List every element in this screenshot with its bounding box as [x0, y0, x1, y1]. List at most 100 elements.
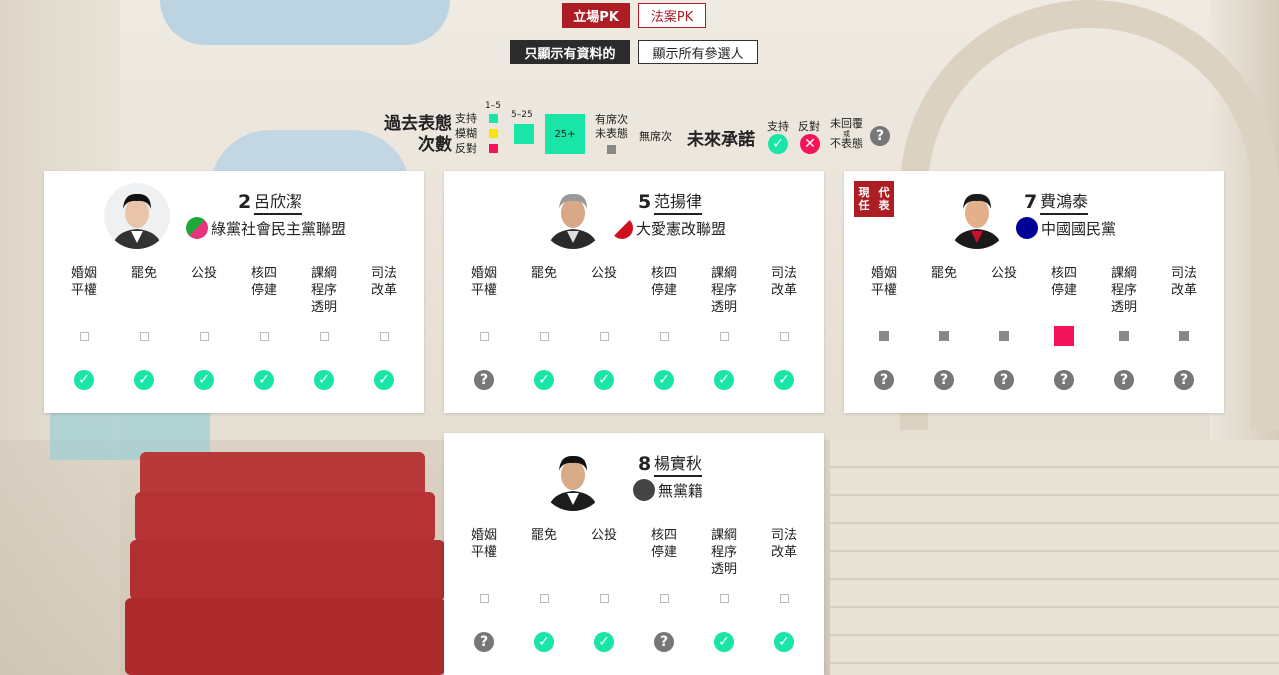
- past-stance-cell[interactable]: [539, 324, 549, 348]
- candidate-name[interactable]: 范揚律: [654, 192, 703, 215]
- past-stance-cell[interactable]: [539, 586, 549, 610]
- absent-marker: [1119, 331, 1129, 341]
- check-icon[interactable]: ✓: [74, 370, 94, 390]
- check-icon[interactable]: ✓: [314, 370, 334, 390]
- question-icon[interactable]: ?: [1174, 370, 1194, 390]
- bill-pk-tab[interactable]: 法案PK: [638, 3, 706, 28]
- badge-line2: 代表: [878, 186, 890, 212]
- issue-column: 核四 停建 ✓: [234, 265, 294, 390]
- check-icon[interactable]: ✓: [594, 632, 614, 652]
- past-stance-cell[interactable]: [719, 586, 729, 610]
- past-stance-cell[interactable]: [139, 324, 149, 348]
- candidate-name[interactable]: 費鴻泰: [1040, 192, 1089, 215]
- issue-label-line: 司法: [770, 528, 797, 543]
- past-stance-cell[interactable]: [599, 324, 609, 348]
- past-stance-cell[interactable]: [319, 324, 329, 348]
- candidate-name[interactable]: 呂欣潔: [254, 192, 303, 215]
- check-icon[interactable]: ✓: [134, 370, 154, 390]
- issue-label-line: 罷免: [130, 266, 157, 281]
- check-icon[interactable]: ✓: [654, 370, 674, 390]
- question-icon[interactable]: ?: [994, 370, 1014, 390]
- no-data-marker: [719, 593, 729, 603]
- question-icon[interactable]: ?: [934, 370, 954, 390]
- check-icon[interactable]: ✓: [714, 632, 734, 652]
- issue-column: 公投 ✓: [174, 265, 234, 390]
- issue-label: 罷免: [931, 265, 957, 319]
- issue-column: 婚姻 平權?: [854, 265, 914, 390]
- issue-column: 課綱 程序 透明 ✓: [694, 265, 754, 390]
- issue-label: 公投: [191, 265, 217, 319]
- issue-label: 婚姻 平權: [871, 265, 897, 319]
- past-stance-cell[interactable]: [779, 586, 789, 610]
- candidate-name[interactable]: 楊實秋: [654, 454, 703, 477]
- past-stance-cell[interactable]: [1054, 324, 1074, 348]
- check-icon[interactable]: ✓: [374, 370, 394, 390]
- issue-label: 課綱 程序 透明: [311, 265, 337, 319]
- check-icon[interactable]: ✓: [534, 370, 554, 390]
- check-icon[interactable]: ✓: [534, 632, 554, 652]
- candidate-card[interactable]: 5 范揚律 大愛憲改聯盟 婚姻 平權? 罷免 ✓ 公投 ✓ 核四 停建 ✓ 課綱 程序 透明 ✓ 司法 改革 ✓: [444, 171, 824, 413]
- future-unknown-label: 未回覆 或 不表態: [830, 118, 863, 150]
- future-legend-title: 未來承諾: [687, 130, 755, 150]
- check-icon[interactable]: ✓: [594, 370, 614, 390]
- past-stance-cell[interactable]: [1119, 324, 1129, 348]
- past-stance-cell[interactable]: [199, 324, 209, 348]
- past-stance-cell[interactable]: [879, 324, 889, 348]
- party-logo: [1016, 217, 1038, 239]
- issue-label: 公投: [591, 265, 617, 319]
- future-support-label: 支持: [767, 120, 789, 133]
- past-stance-cell[interactable]: [659, 586, 669, 610]
- issue-label-line: 司法: [770, 266, 797, 281]
- issue-label: 罷免: [131, 265, 157, 319]
- check-icon[interactable]: ✓: [774, 370, 794, 390]
- absent-marker: [999, 331, 1009, 341]
- issue-label: 核四 停建: [1051, 265, 1077, 319]
- past-stance-cell[interactable]: [479, 586, 489, 610]
- past-stance-cell[interactable]: [1179, 324, 1189, 348]
- question-icon[interactable]: ?: [474, 632, 494, 652]
- past-stance-cell[interactable]: [999, 324, 1009, 348]
- issue-label-line: 核四: [650, 528, 677, 543]
- issue-column: 公投 ✓: [574, 527, 634, 652]
- issue-label-line: 透明: [710, 562, 737, 577]
- no-data-marker: [659, 593, 669, 603]
- question-icon[interactable]: ?: [1114, 370, 1134, 390]
- issue-label: 罷免: [531, 527, 557, 581]
- question-icon[interactable]: ?: [654, 632, 674, 652]
- issue-label-line: 婚姻: [470, 528, 497, 543]
- stance-pk-tab[interactable]: 立場PK: [562, 3, 630, 28]
- show-all-button[interactable]: 顯示所有參選人: [638, 40, 758, 64]
- legend-present-no-stance: 有席次 未表態: [595, 113, 628, 141]
- past-stance-cell[interactable]: [719, 324, 729, 348]
- issue-label-line: 程序: [310, 283, 337, 298]
- show-with-data-button[interactable]: 只顯示有資料的: [510, 40, 630, 64]
- candidate-card[interactable]: 現任 代表 7 費鴻泰 中國國民黨 婚姻 平權? 罷免? 公投? 核四 停建? 課綱 程序 透明? 司法 改革…: [844, 171, 1224, 413]
- issue-label-line: 改革: [770, 545, 797, 560]
- candidate-card[interactable]: 2 呂欣潔 綠黨社會民主黨聯盟 婚姻 平權 ✓ 罷免 ✓ 公投 ✓ 核四 停建 ✓ 課綱 程序 透明 ✓ 司法 改革…: [44, 171, 424, 413]
- check-icon[interactable]: ✓: [194, 370, 214, 390]
- past-stance-cell[interactable]: [259, 324, 269, 348]
- past-stance-cell[interactable]: [659, 324, 669, 348]
- check-icon[interactable]: ✓: [254, 370, 274, 390]
- unknown-line1: 未回覆: [830, 117, 863, 130]
- issue-column: 核四 停建?: [634, 527, 694, 652]
- issue-column: 公投?: [974, 265, 1034, 390]
- question-icon[interactable]: ?: [1054, 370, 1074, 390]
- question-icon[interactable]: ?: [874, 370, 894, 390]
- question-icon[interactable]: ?: [474, 370, 494, 390]
- past-stance-cell[interactable]: [79, 324, 89, 348]
- past-stance-cell[interactable]: [939, 324, 949, 348]
- past-stance-cell[interactable]: [479, 324, 489, 348]
- past-stance-cell[interactable]: [379, 324, 389, 348]
- candidate-card[interactable]: 8 楊實秋 無黨籍 婚姻 平權? 罷免 ✓ 公投 ✓ 核四 停建? 課綱 程序 透明 ✓ 司法 改革 ✓: [444, 433, 824, 675]
- issue-column: 核四 停建?: [1034, 265, 1094, 390]
- check-icon[interactable]: ✓: [774, 632, 794, 652]
- no-data-marker: [259, 331, 269, 341]
- past-stance-cell[interactable]: [779, 324, 789, 348]
- past-stance-cell[interactable]: [599, 586, 609, 610]
- issue-column: 罷免 ✓: [114, 265, 174, 390]
- candidate-number: 8: [638, 453, 652, 475]
- check-icon[interactable]: ✓: [714, 370, 734, 390]
- issue-label-line: 司法: [1170, 266, 1197, 281]
- absent-marker: [939, 331, 949, 341]
